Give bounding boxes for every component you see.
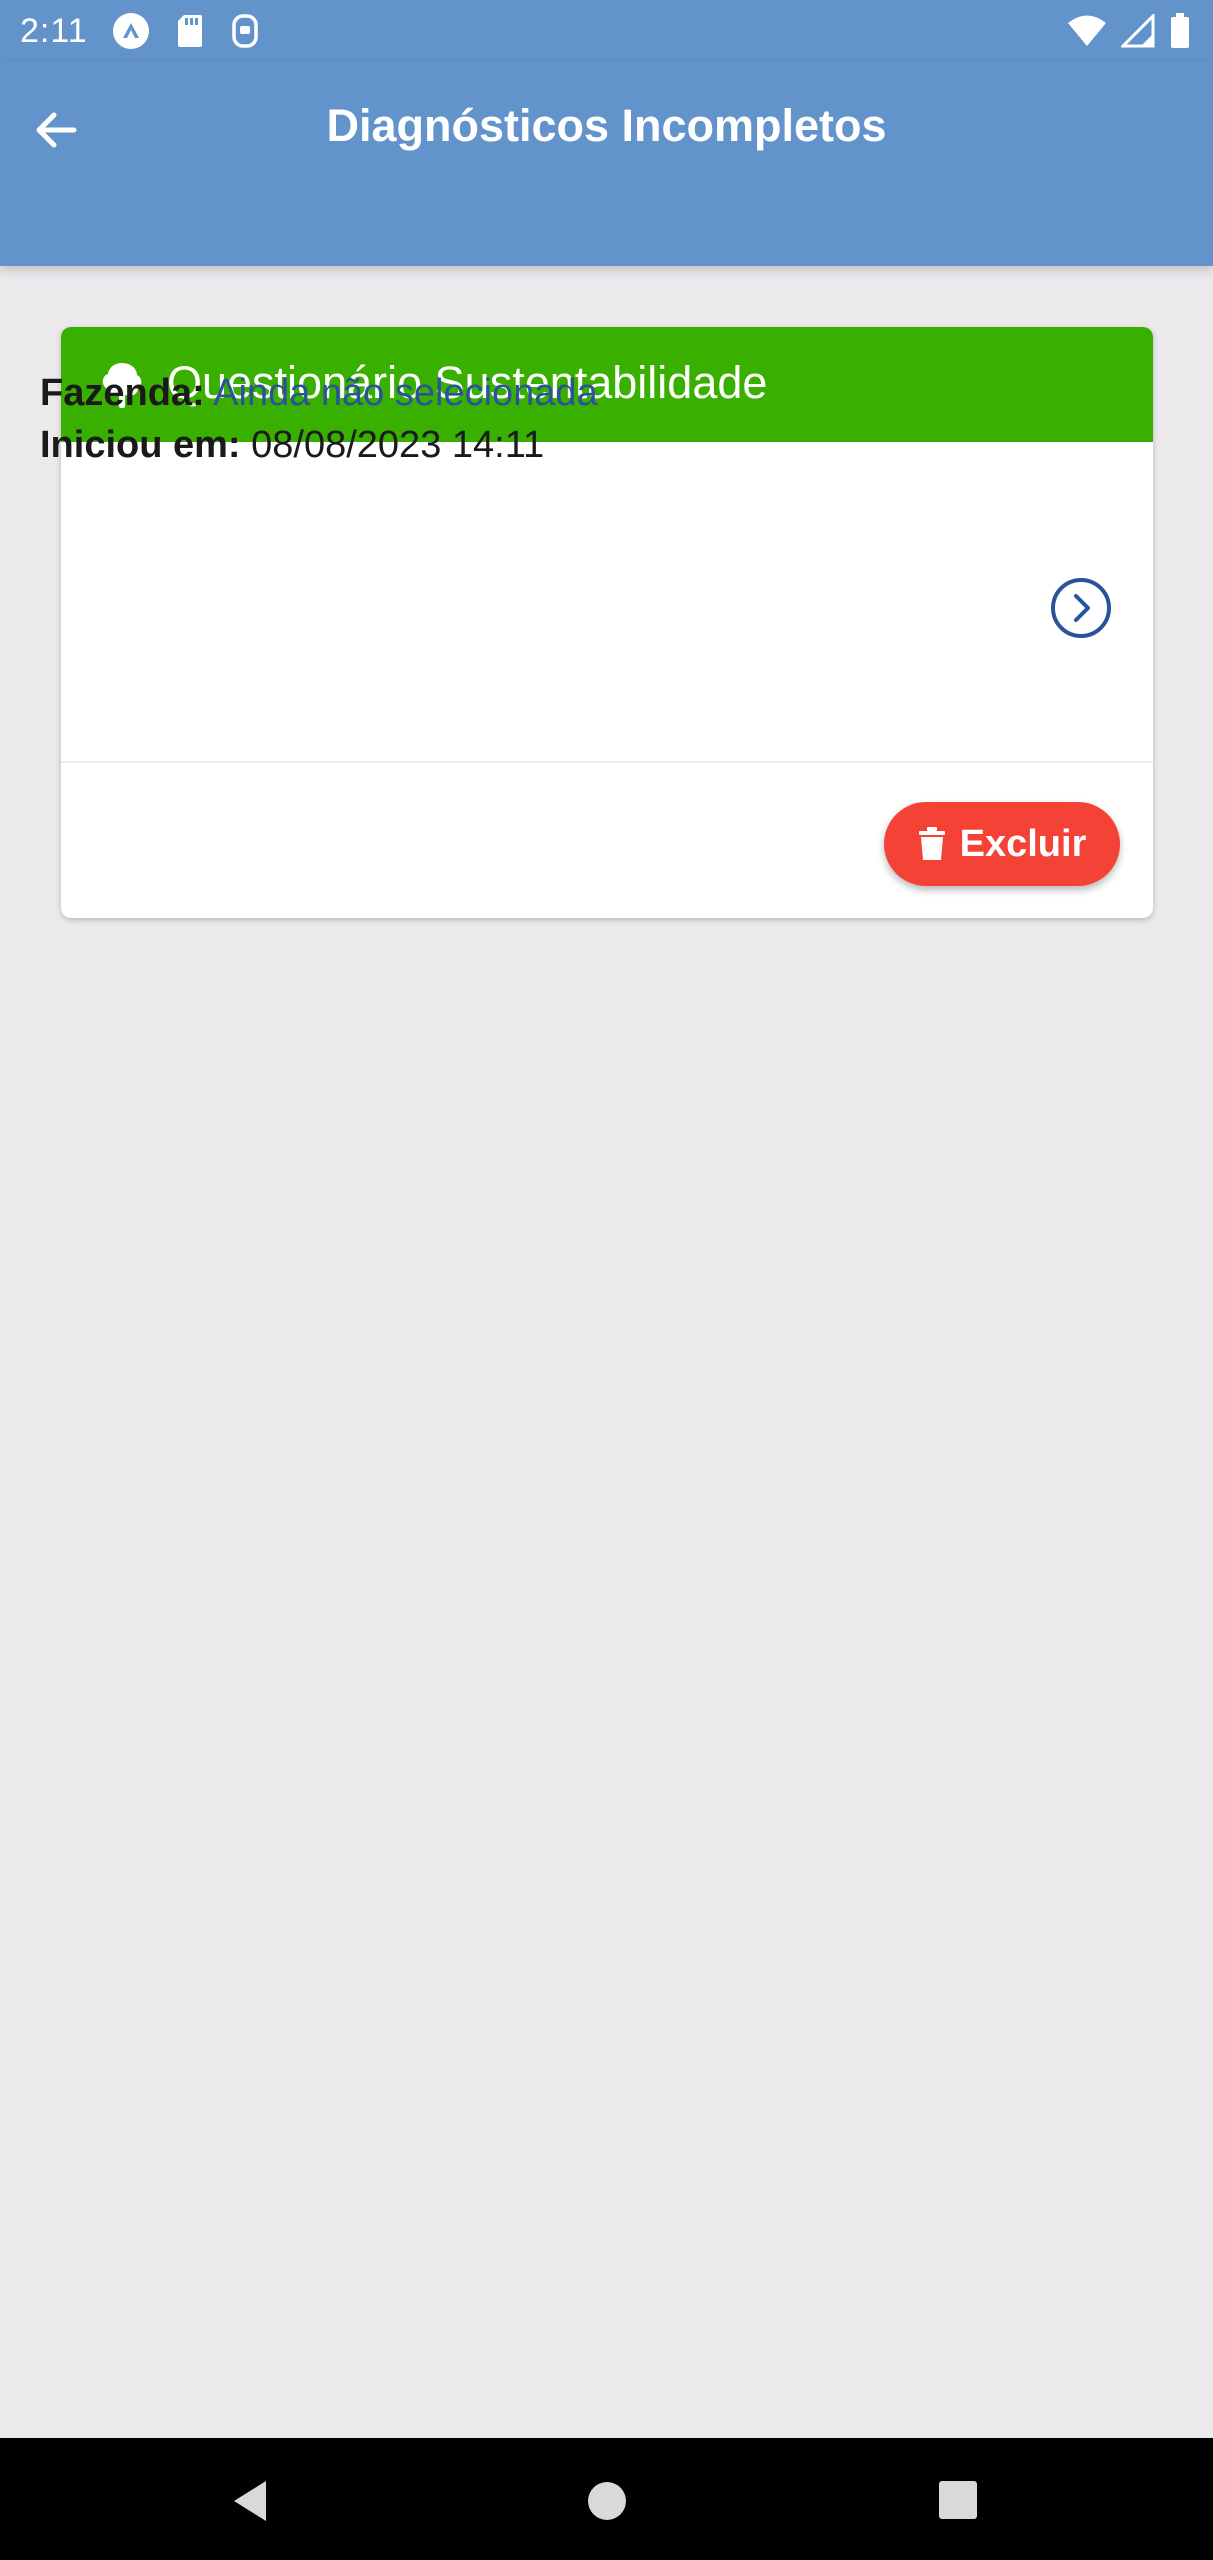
farm-label: Fazenda: (40, 372, 205, 414)
battery-icon (1171, 13, 1189, 48)
signal-icon (1121, 14, 1155, 48)
started-row: Iniciou em: 08/08/2023 14:11 (40, 424, 544, 467)
farm-row: Fazenda: Ainda não selecionada (40, 372, 598, 415)
started-label: Iniciou em: (40, 424, 241, 466)
status-icons-left (112, 10, 260, 52)
nav-back-icon[interactable] (228, 2478, 274, 2524)
chevron-right-circle-icon (1051, 578, 1111, 638)
card-body[interactable] (61, 442, 1153, 763)
farm-value: Ainda não selecionada (213, 372, 598, 414)
delete-button[interactable]: Excluir (884, 802, 1120, 886)
app-notification-icon (113, 13, 149, 49)
trash-icon (918, 827, 945, 860)
open-diagnostic-button[interactable] (1049, 576, 1113, 640)
sd-card-icon (178, 15, 202, 47)
page-title: Diagnósticos Incompletos (326, 100, 887, 151)
status-time: 2:11 (20, 12, 88, 50)
wifi-icon (1068, 15, 1106, 46)
status-icons-right (1067, 10, 1191, 52)
app-bar (0, 62, 1213, 266)
started-value: 08/08/2023 14:11 (251, 424, 545, 466)
nav-recents-icon[interactable] (938, 2480, 978, 2520)
delete-label: Excluir (959, 822, 1087, 865)
status-bar: 2:11 (0, 0, 1213, 62)
media-icon (232, 14, 258, 48)
nav-home-icon[interactable] (586, 2480, 628, 2522)
